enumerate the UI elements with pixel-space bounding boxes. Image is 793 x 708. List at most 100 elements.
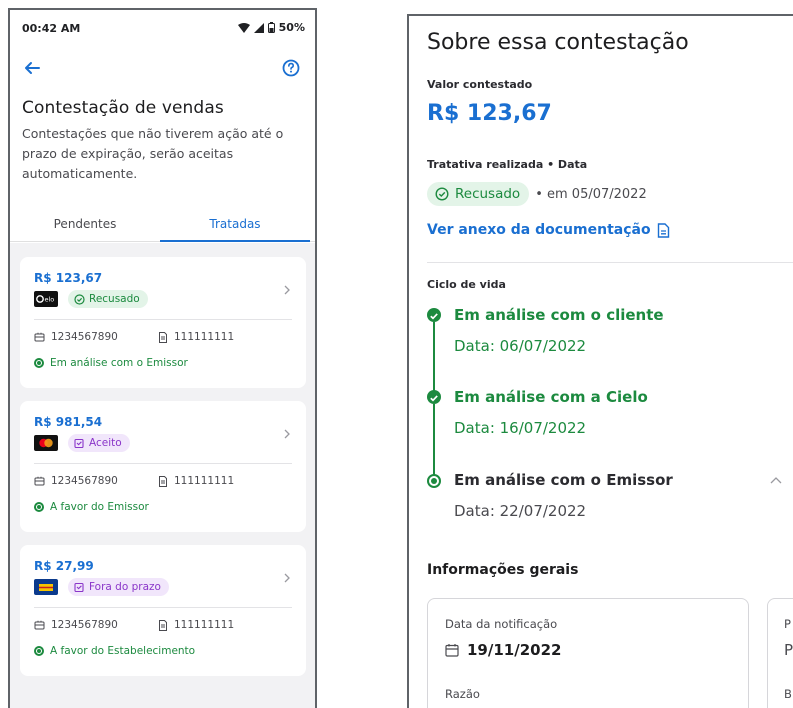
document-number: 111111111 — [158, 475, 234, 487]
timeline-connector — [433, 322, 435, 394]
treatment-badge-label: Recusado — [455, 186, 521, 202]
transaction-code-value: 1234567890 — [51, 331, 118, 343]
nav-row — [10, 54, 315, 84]
notification-date-value: 19/11/2022 — [467, 641, 562, 659]
info-card: Data da notificação 19/11/2022 Razão — [427, 598, 749, 708]
divider — [34, 463, 292, 464]
signal-icon — [253, 22, 264, 33]
treatment-label: Tratativa realizada • Data — [427, 158, 588, 171]
document-check-icon — [74, 438, 84, 448]
radio-dot-icon — [34, 502, 44, 512]
document-number-value: 111111111 — [174, 475, 235, 487]
chevron-right-icon[interactable] — [282, 427, 292, 441]
status-badge: Recusado — [68, 290, 148, 308]
treatment-status-row: Recusado • em 05/07/2022 — [427, 182, 647, 206]
divider — [34, 319, 292, 320]
document-number: 111111111 — [158, 331, 234, 343]
radio-dot-icon — [34, 358, 44, 368]
chevron-right-icon[interactable] — [282, 283, 292, 297]
transaction-code: 1234567890 — [34, 475, 118, 487]
check-circle-icon — [435, 187, 449, 201]
document-number-value: 111111111 — [174, 331, 235, 343]
transaction-code: 1234567890 — [34, 331, 118, 343]
status-badge: Aceito — [68, 434, 130, 452]
transaction-code-value: 1234567890 — [51, 475, 118, 487]
document-icon — [159, 475, 167, 487]
divider — [34, 607, 292, 608]
documentation-link-label[interactable]: Ver anexo da documentação — [427, 222, 651, 238]
wifi-icon — [237, 22, 250, 33]
general-info-heading: Informações gerais — [427, 562, 579, 578]
check-circle-filled-icon — [427, 308, 441, 322]
page-title: Contestação de vendas — [22, 98, 224, 118]
notification-label: Data da notificação — [445, 617, 558, 631]
dispute-card[interactable]: R$ 123,67 elo Recusado 1234567890 111111… — [20, 257, 306, 388]
right-phone-screen: Sobre essa contestação Valor contestado … — [407, 14, 793, 708]
battery-icon — [267, 22, 275, 33]
tab-pendentes[interactable]: Pendentes — [10, 208, 160, 242]
back-arrow-icon[interactable] — [22, 58, 42, 78]
status-icons: 50% — [237, 21, 305, 34]
notification-date: 19/11/2022 — [445, 641, 561, 659]
dispute-list: R$ 123,67 elo Recusado 1234567890 111111… — [10, 243, 315, 708]
tab-tratadas[interactable]: Tratadas — [160, 208, 310, 242]
dispute-status: Em análise com o Emissor — [34, 357, 188, 369]
detail-title: Sobre essa contestação — [427, 30, 689, 55]
chevron-up-icon[interactable] — [769, 475, 783, 485]
dispute-status-text: Em análise com o Emissor — [50, 357, 188, 369]
transaction-code: 1234567890 — [34, 619, 118, 631]
dispute-card[interactable]: R$ 27,99 Fora do prazo 1234567890 111111… — [20, 545, 306, 676]
radio-dot-icon — [34, 646, 44, 656]
document-icon — [159, 331, 167, 343]
terminal-icon — [34, 476, 45, 485]
documentation-link[interactable]: Ver anexo da documentação — [427, 222, 670, 238]
help-icon[interactable] — [281, 58, 301, 78]
dispute-status: A favor do Emissor — [34, 501, 149, 513]
status-badge-label: Fora do prazo — [89, 581, 161, 593]
card-amount: R$ 981,54 — [34, 415, 103, 429]
lifecycle-step-date: Data: 06/07/2022 — [454, 337, 587, 355]
info-card-2-line: P — [784, 617, 791, 631]
lifecycle-step-title: Em análise com o Emissor — [454, 471, 673, 489]
chevron-right-icon[interactable] — [282, 571, 292, 585]
bank-logo-icon — [34, 579, 58, 595]
divider — [427, 262, 793, 263]
treatment-date: • em 05/07/2022 — [535, 186, 647, 202]
reason-label: Razão — [445, 687, 480, 701]
value-label: Valor contestado — [427, 78, 533, 91]
info-card-2-line: B — [784, 687, 792, 701]
elo-logo-icon: elo — [34, 291, 58, 307]
status-badge: Fora do prazo — [68, 578, 169, 596]
status-time: 00:42 AM — [22, 22, 81, 35]
mastercard-logo-icon — [34, 435, 58, 451]
document-number: 111111111 — [158, 619, 234, 631]
check-circle-filled-icon — [427, 390, 441, 404]
disputed-amount: R$ 123,67 — [427, 101, 552, 126]
left-phone-screen: 00:42 AM 50% Contestação de vendas Conte… — [8, 8, 317, 708]
card-amount: R$ 123,67 — [34, 271, 103, 285]
document-number-value: 111111111 — [174, 619, 235, 631]
card-amount: R$ 27,99 — [34, 559, 94, 573]
lifecycle-step-title: Em análise com o cliente — [454, 306, 664, 324]
calendar-icon — [445, 644, 459, 657]
info-card: P P B — [767, 598, 793, 708]
page-subtitle: Contestações que não tiverem ação até o … — [22, 126, 284, 181]
radio-selected-icon — [427, 474, 441, 488]
terminal-icon — [34, 332, 45, 341]
svg-text:elo: elo — [45, 296, 55, 304]
terminal-icon — [34, 620, 45, 629]
lifecycle-step-date: Data: 16/07/2022 — [454, 419, 587, 437]
lifecycle-step-date: Data: 22/07/2022 — [454, 502, 587, 520]
status-badge-label: Aceito — [89, 437, 122, 449]
transaction-code-value: 1234567890 — [51, 619, 118, 631]
dispute-card[interactable]: R$ 981,54 Aceito 1234567890 111111111 A … — [20, 401, 306, 532]
treatment-badge: Recusado — [427, 182, 530, 206]
document-icon — [159, 619, 167, 631]
status-bar: 00:42 AM 50% — [10, 10, 315, 46]
dispute-status-text: A favor do Emissor — [50, 501, 149, 513]
check-circle-icon — [74, 293, 85, 305]
timeline-connector — [433, 404, 435, 476]
tab-bar: Pendentes Tratadas — [10, 208, 315, 242]
document-check-icon — [74, 582, 84, 592]
battery-level: 50% — [278, 21, 305, 34]
